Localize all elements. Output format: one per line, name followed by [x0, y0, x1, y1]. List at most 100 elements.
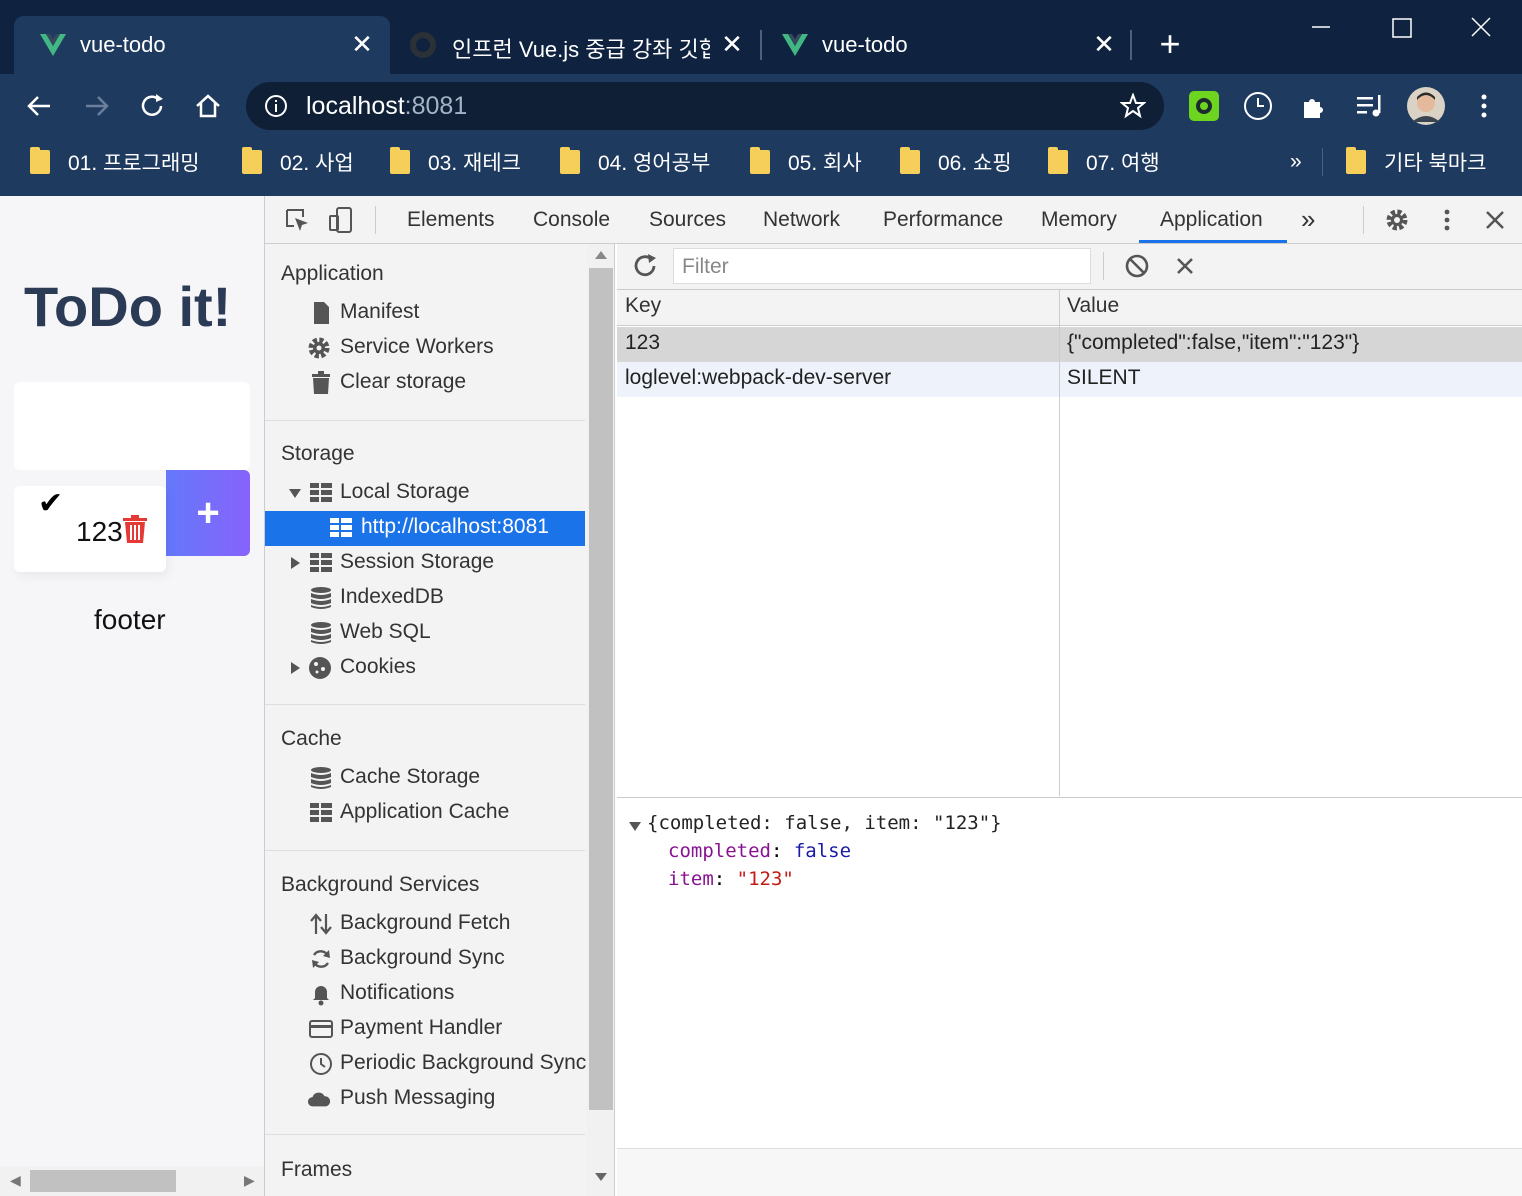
bookmark-folder[interactable]: 06. 쇼핑 [900, 146, 1012, 178]
url-text[interactable]: localhost:8081 [306, 92, 467, 121]
value-preview: {completed: false, item: "123"} complete… [617, 800, 1522, 1150]
toolbar-separator [1103, 252, 1104, 280]
refresh-icon[interactable] [631, 252, 659, 280]
collapsed-triangle-icon[interactable] [289, 557, 301, 569]
folder-icon [390, 147, 410, 174]
maximize-icon[interactable] [1382, 10, 1422, 46]
tab-inflearn[interactable]: 인프런 Vue.js 중급 강좌 깃헙 ✕ [392, 16, 758, 74]
expanded-triangle-icon[interactable] [289, 487, 301, 499]
todo-item-text: 123 [76, 516, 123, 547]
column-divider[interactable] [1059, 290, 1060, 796]
address-bar[interactable]: localhost:8081 [246, 82, 1164, 130]
sidebar-item-background-sync[interactable]: Background Sync [265, 942, 585, 977]
tab-application[interactable]: Application [1160, 208, 1263, 232]
sidebar-item-background-fetch[interactable]: Background Fetch [265, 907, 585, 942]
add-todo-button[interactable]: + [166, 470, 250, 556]
tab-vue-todo-1[interactable]: vue-todo ✕ [14, 16, 390, 74]
back-icon[interactable] [22, 88, 58, 124]
tab-memory[interactable]: Memory [1041, 208, 1117, 232]
scrollbar-thumb[interactable] [30, 1170, 176, 1192]
sidebar-item-session-storage[interactable]: Session Storage [265, 546, 585, 581]
column-header-key[interactable]: Key [625, 294, 661, 318]
tab-performance[interactable]: Performance [883, 208, 1003, 232]
scroll-down-icon[interactable] [595, 1172, 607, 1182]
reload-icon[interactable] [134, 88, 170, 124]
puzzle-extensions-icon[interactable] [1298, 90, 1330, 122]
scroll-left-icon[interactable]: ◀ [10, 1172, 21, 1189]
sidebar-item-local-storage[interactable]: Local Storage [265, 476, 585, 511]
sidebar-item-cache-storage[interactable]: Cache Storage [265, 761, 585, 796]
tab-close-icon[interactable]: ✕ [348, 30, 376, 58]
sidebar-item-manifest[interactable]: Manifest [265, 296, 585, 331]
sidebar-item-periodic-background-sync[interactable]: Periodic Background Sync [265, 1047, 586, 1082]
inspect-element-icon[interactable] [283, 206, 311, 234]
tab-sources[interactable]: Sources [649, 208, 726, 232]
sidebar-item-notifications[interactable]: Notifications [265, 977, 585, 1012]
forward-icon[interactable] [78, 88, 114, 124]
devtools-menu-icon[interactable] [1433, 206, 1461, 234]
horizontal-scrollbar[interactable]: ◀ ▶ [0, 1166, 264, 1196]
sidebar-item-cookies[interactable]: Cookies [265, 651, 585, 686]
filter-input[interactable]: Filter [673, 248, 1091, 284]
clock-extension-icon[interactable] [1242, 90, 1274, 122]
section-storage: Storage [281, 442, 355, 465]
bookmark-folder[interactable]: 03. 재테크 [390, 146, 521, 178]
todo-input[interactable] [14, 382, 250, 470]
expanded-triangle-icon[interactable] [629, 820, 641, 832]
tab-close-icon[interactable]: ✕ [718, 30, 746, 58]
collapsed-triangle-icon[interactable] [289, 662, 301, 674]
sidebar-item-payment-handler[interactable]: Payment Handler [265, 1012, 585, 1047]
bookmark-folder[interactable]: 01. 프로그래밍 [30, 146, 200, 178]
info-icon[interactable] [264, 94, 288, 118]
close-devtools-icon[interactable] [1481, 206, 1509, 234]
tab-network[interactable]: Network [763, 208, 840, 232]
bookmark-folder[interactable]: 07. 여행 [1048, 146, 1160, 178]
tab-vue-todo-2[interactable]: vue-todo ✕ [762, 16, 1128, 74]
media-queue-icon[interactable] [1354, 90, 1386, 122]
folder-icon [30, 147, 50, 174]
bookmarks-overflow-button[interactable]: » [1290, 146, 1302, 178]
delete-selected-icon[interactable] [1171, 252, 1199, 280]
extension-green-icon[interactable] [1188, 90, 1220, 122]
bookmark-folder[interactable]: 02. 사업 [242, 146, 354, 178]
table-row[interactable]: loglevel:webpack-dev-server SILENT [617, 362, 1522, 397]
scroll-right-icon[interactable]: ▶ [244, 1172, 255, 1189]
sidebar-item-local-origin[interactable]: http://localhost:8081 [265, 511, 585, 546]
more-tabs-button[interactable]: » [1301, 204, 1315, 235]
sidebar-item-web-sql[interactable]: Web SQL [265, 616, 585, 651]
tab-elements[interactable]: Elements [407, 208, 495, 232]
window-close-icon[interactable] [1462, 10, 1502, 46]
folder-icon [900, 147, 920, 174]
sidebar-item-clear-storage[interactable]: Clear storage [265, 366, 585, 401]
key-value-table: Key Value 123 {"completed":false,"item":… [617, 290, 1522, 798]
sidebar-item-indexeddb[interactable]: IndexedDB [265, 581, 585, 616]
section-divider [265, 704, 585, 705]
table-row[interactable]: 123 {"completed":false,"item":"123"} [617, 327, 1522, 362]
clear-all-icon[interactable] [1123, 252, 1151, 280]
preview-summary[interactable]: {completed: false, item: "123"} [647, 812, 1002, 834]
trash-icon[interactable] [122, 514, 148, 544]
device-toolbar-icon[interactable] [327, 206, 355, 234]
sidebar-item-push-messaging[interactable]: Push Messaging [265, 1082, 585, 1117]
sidebar-item-service-workers[interactable]: Service Workers [265, 331, 585, 366]
menu-kebab-icon[interactable] [1468, 90, 1500, 122]
application-sidebar: Application Manifest Service Workers Cle… [265, 244, 615, 1196]
scrollbar-thumb[interactable] [589, 268, 613, 1110]
minimize-icon[interactable] [1302, 10, 1342, 46]
avatar[interactable] [1406, 86, 1446, 126]
new-tab-button[interactable]: + [1152, 26, 1188, 62]
other-bookmarks[interactable]: 기타 북마크 [1346, 146, 1486, 178]
sidebar-scrollbar[interactable] [587, 244, 614, 1196]
scroll-up-icon[interactable] [595, 250, 607, 260]
home-icon[interactable] [190, 88, 226, 124]
column-header-value[interactable]: Value [1067, 294, 1119, 318]
file-icon [314, 302, 329, 324]
bookmark-folder[interactable]: 05. 회사 [750, 146, 862, 178]
tab-close-icon[interactable]: ✕ [1090, 30, 1118, 58]
bookmark-star-icon[interactable] [1120, 93, 1146, 119]
sidebar-item-application-cache[interactable]: Application Cache [265, 796, 585, 831]
bookmark-folder[interactable]: 04. 영어공부 [560, 146, 710, 178]
tab-console[interactable]: Console [533, 208, 610, 232]
check-icon[interactable]: ✔ [38, 486, 63, 521]
settings-gear-icon[interactable] [1383, 206, 1411, 234]
